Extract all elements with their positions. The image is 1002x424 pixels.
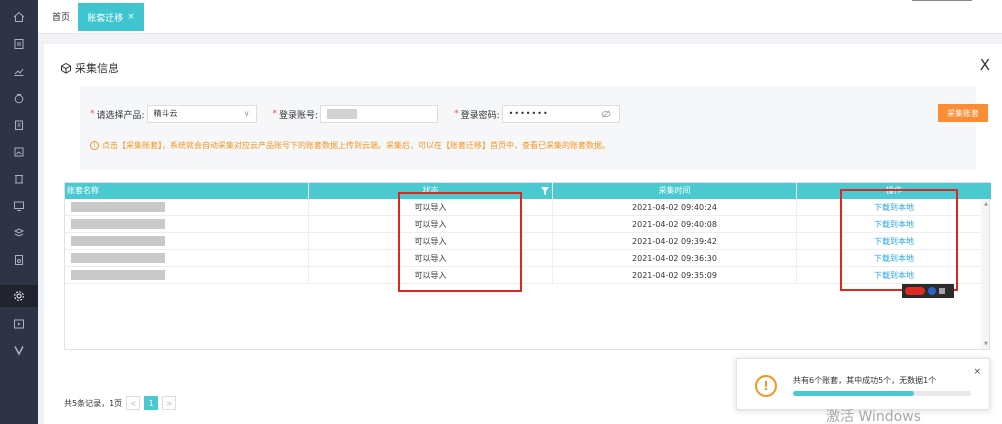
annotation-box-status [398, 192, 522, 292]
plugin-menu-icon [939, 288, 945, 294]
browser-plugin-toolbar[interactable] [902, 284, 954, 298]
collect-accounts-button[interactable]: 采集账套 [938, 104, 988, 122]
stack-icon[interactable] [0, 222, 38, 244]
filter-icon[interactable] [541, 187, 549, 195]
cell-time: 2021-04-02 09:36:30 [553, 250, 797, 267]
toast-progress-bar [793, 391, 971, 396]
required-mark: * [454, 109, 459, 119]
product-select-value: 精斗云 [153, 109, 178, 118]
password-value: ••••••• [508, 109, 549, 118]
stamp-icon[interactable] [0, 168, 38, 190]
panel-title-text: 采集信息 [75, 62, 119, 75]
cell-account-name [65, 267, 309, 284]
scroll-down-icon[interactable]: ▼ [984, 341, 988, 347]
product-select[interactable]: 精斗云 ∨ [146, 105, 257, 123]
eye-off-icon[interactable] [601, 109, 611, 119]
next-page-button[interactable]: > [162, 396, 177, 410]
toast-progress-fill [793, 391, 915, 396]
video-icon[interactable] [0, 313, 38, 335]
password-label: 登录密码: [460, 110, 500, 121]
cell-account-name [65, 233, 309, 250]
result-toast: ! 共有6个账套，其中成功5个，无数据1个 × [736, 358, 990, 410]
scroll-up-icon[interactable]: ▲ [984, 201, 988, 207]
pager-summary: 共5条记录，1页 [64, 398, 123, 408]
sidebar [0, 0, 38, 424]
chevron-down-icon: ∨ [243, 109, 250, 118]
v-icon[interactable] [0, 339, 38, 361]
cell-time: 2021-04-02 09:40:08 [553, 216, 797, 233]
cell-account-name [65, 250, 309, 267]
divider [912, 0, 972, 1]
collect-form: * 请选择产品: 精斗云 ∨ * 登录账号: * 登录密码: ••••••• 采… [80, 86, 988, 170]
warning-icon: ! [755, 375, 777, 397]
blurred-account [327, 109, 358, 119]
invoice-icon[interactable] [0, 141, 38, 163]
header-collect-time[interactable]: 采集时间 [553, 183, 797, 199]
cell-time: 2021-04-02 09:39:42 [553, 233, 797, 250]
info-icon: ! [90, 141, 99, 150]
prev-page-button[interactable]: < [126, 396, 141, 410]
account-input[interactable] [320, 105, 439, 123]
blurred-name [71, 236, 165, 246]
cell-account-name [65, 199, 309, 216]
tab-label: 账套迁移 [87, 13, 124, 24]
page-1-button[interactable]: 1 [144, 396, 159, 410]
account-label: 登录账号: [279, 110, 319, 121]
blurred-name [71, 270, 165, 280]
receipt-icon[interactable] [0, 249, 38, 271]
plugin-circle-icon [928, 287, 936, 295]
tip-text: ! 点击【采集账套】，系统就会自动采集对应云产品账号下的账套数据上传到云端。采集… [90, 140, 610, 151]
settings-icon[interactable] [0, 285, 38, 307]
product-label: 请选择产品: [96, 110, 145, 121]
password-input[interactable]: ••••••• [501, 105, 620, 123]
required-mark: * [90, 109, 95, 119]
home-icon[interactable] [0, 6, 38, 28]
annotation-box-actions [840, 189, 958, 291]
blurred-name [71, 253, 165, 263]
header-account-name[interactable]: 账套名称 [65, 183, 309, 199]
blurred-name [71, 219, 165, 229]
chart-icon[interactable] [0, 60, 38, 82]
cell-time: 2021-04-02 09:35:09 [553, 267, 797, 284]
tab-bar: 首页 账套迁移 × [38, 0, 1002, 34]
bag-icon[interactable] [0, 87, 38, 109]
clipboard-icon[interactable] [0, 114, 38, 136]
document-icon[interactable] [0, 33, 38, 55]
form-row: * 请选择产品: 精斗云 ∨ * 登录账号: * 登录密码: ••••••• [90, 104, 620, 124]
toast-message: 共有6个账套，其中成功5个，无数据1个 [793, 376, 937, 385]
tab-home[interactable]: 首页 [46, 8, 76, 28]
windows-activation-watermark: 激活 Windows [826, 409, 921, 424]
close-icon[interactable]: X [980, 56, 990, 74]
cell-time: 2021-04-02 09:40:24 [553, 199, 797, 216]
panel-title: 采集信息 [60, 60, 119, 76]
table-scrollbar[interactable] [981, 199, 989, 349]
cell-account-name [65, 216, 309, 233]
cube-icon [61, 62, 71, 74]
plugin-logo-icon [905, 287, 925, 295]
pagination: 共5条记录，1页 < 1 > [64, 396, 177, 410]
tip-message: 点击【采集账套】，系统就会自动采集对应云产品账号下的账套数据上传到云端。采集后，… [102, 141, 610, 150]
tab-close-icon[interactable]: × [127, 12, 135, 22]
required-mark: * [272, 109, 278, 119]
monitor-icon[interactable] [0, 195, 38, 217]
blurred-name [71, 202, 165, 212]
tab-account-migration[interactable]: 账套迁移 × [78, 3, 144, 31]
toast-close-icon[interactable]: × [973, 367, 981, 377]
